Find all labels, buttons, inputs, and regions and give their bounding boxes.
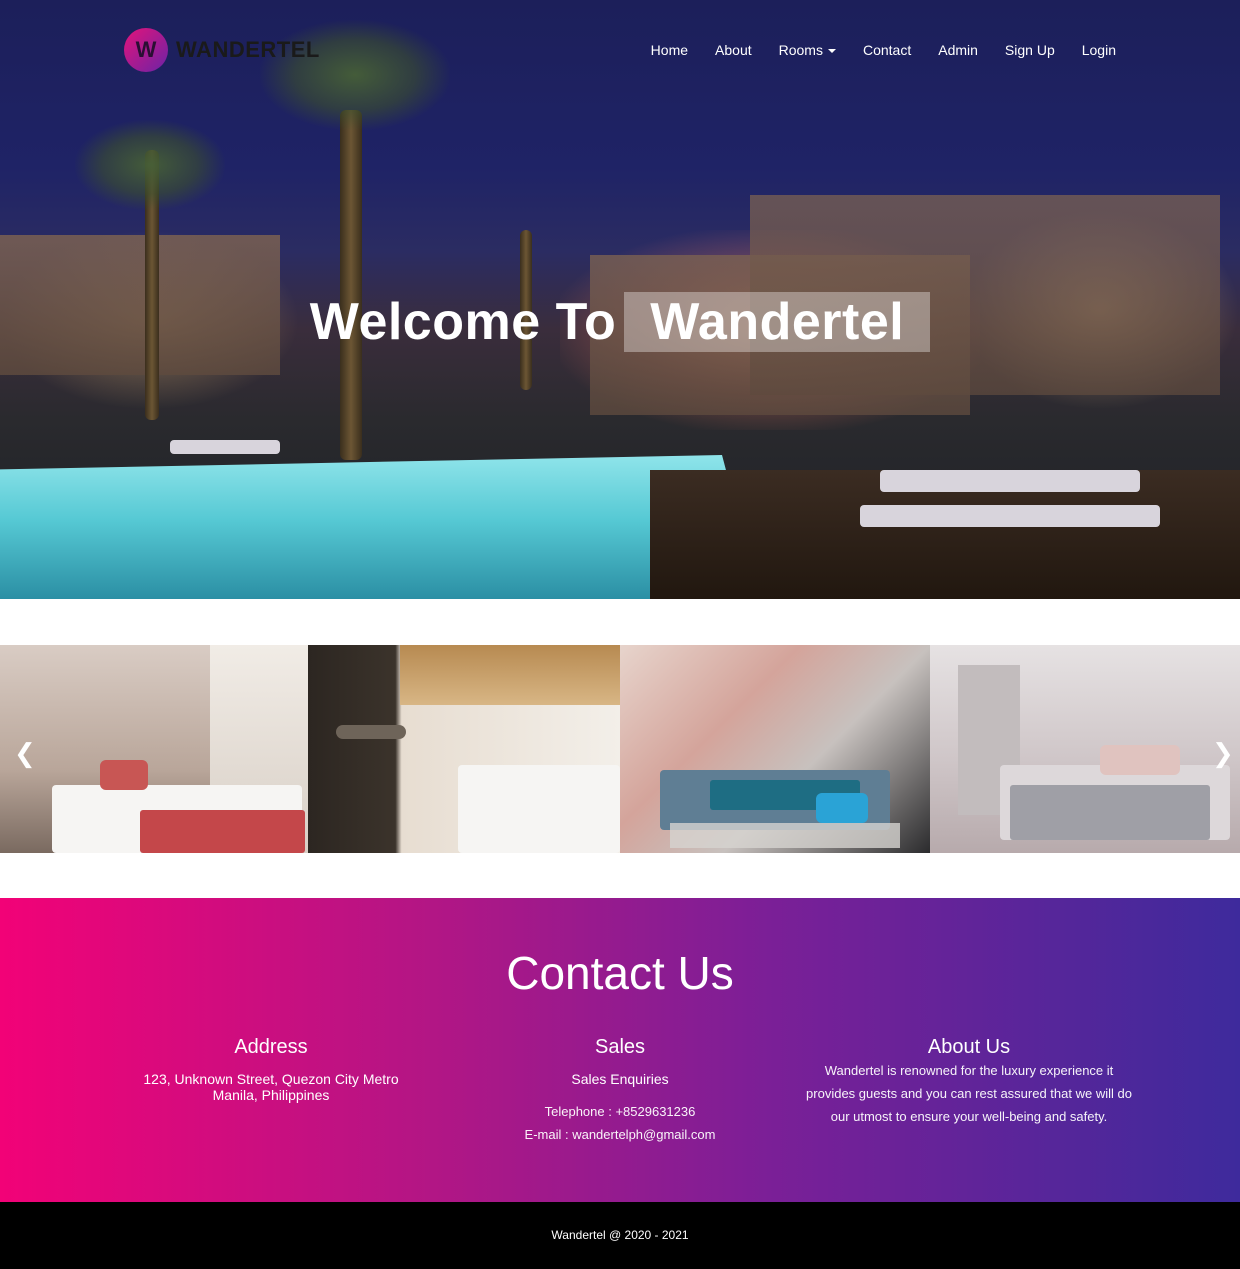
- room-gallery-carousel: [0, 645, 1240, 853]
- about-column: About Us Wandertel is renowned for the l…: [804, 1036, 1134, 1128]
- nav-item-rooms-label: Rooms: [778, 42, 823, 58]
- address-title: Address: [234, 1036, 308, 1058]
- top-navigation: W WANDERTEL Home About Rooms Contact Adm…: [0, 0, 1240, 100]
- sales-title: Sales: [594, 1036, 646, 1058]
- room-image: [620, 645, 930, 853]
- hero-title-part2: Wandertel: [624, 292, 931, 352]
- logo-badge-icon: W: [124, 28, 168, 72]
- room-image: [0, 645, 308, 853]
- room-image: [308, 645, 620, 853]
- nav-item-sign-up[interactable]: Sign Up: [1005, 42, 1055, 58]
- sales-telephone: Telephone : +8529631236: [544, 1104, 696, 1119]
- contact-heading: Contact Us: [506, 947, 734, 999]
- nav-item-home[interactable]: Home: [651, 42, 688, 58]
- brand-name: WANDERTEL: [176, 37, 320, 62]
- hero-lounger: [880, 470, 1140, 492]
- carousel-prev-button[interactable]: ❮: [14, 739, 36, 769]
- hero-palm: [340, 110, 362, 460]
- about-text: Wandertel is renowned for the luxury exp…: [806, 1063, 1132, 1124]
- address-line2: Manila, Philippines: [212, 1087, 330, 1103]
- hero-title-part1: Welcome To: [309, 293, 617, 351]
- nav-item-login[interactable]: Login: [1082, 42, 1116, 58]
- chevron-right-icon: ❯: [1212, 739, 1234, 769]
- nav-item-about[interactable]: About: [715, 42, 752, 58]
- nav-menu: Home About Rooms Contact Admin Sign Up L…: [651, 42, 1116, 58]
- hero-lounger: [860, 505, 1160, 527]
- hero-banner: W WANDERTEL Home About Rooms Contact Adm…: [0, 0, 1240, 599]
- chevron-left-icon: ❮: [14, 739, 36, 769]
- contact-section: Contact Us Address 123, Unknown Street, …: [0, 898, 1240, 1202]
- nav-item-contact[interactable]: Contact: [863, 42, 911, 58]
- nav-item-admin[interactable]: Admin: [938, 42, 978, 58]
- address-column: Address 123, Unknown Street, Quezon City…: [106, 1036, 436, 1103]
- hero-title: Welcome To Wandertel: [0, 292, 1240, 352]
- sales-email[interactable]: E-mail : wandertelph@gmail.com: [455, 1123, 785, 1146]
- hero-lounger: [170, 440, 280, 454]
- hero-pool: [0, 455, 760, 599]
- nav-item-rooms-dropdown[interactable]: Rooms: [779, 42, 836, 58]
- sales-subtitle: Sales Enquiries: [571, 1071, 669, 1087]
- brand-logo[interactable]: W WANDERTEL: [124, 28, 320, 72]
- footer-copyright: Wandertel @ 2020 - 2021: [551, 1228, 689, 1242]
- carousel-next-button[interactable]: ❯: [1212, 739, 1234, 769]
- hero-palm-frond: [75, 120, 225, 210]
- address-line1: 123, Unknown Street, Quezon City Metro: [143, 1071, 399, 1087]
- about-title: About Us: [927, 1036, 1011, 1058]
- footer: Wandertel @ 2020 - 2021: [0, 1202, 1240, 1269]
- sales-column: Sales Sales Enquiries Telephone : +85296…: [455, 1036, 785, 1146]
- room-image: [930, 645, 1240, 853]
- caret-down-icon: [827, 49, 836, 54]
